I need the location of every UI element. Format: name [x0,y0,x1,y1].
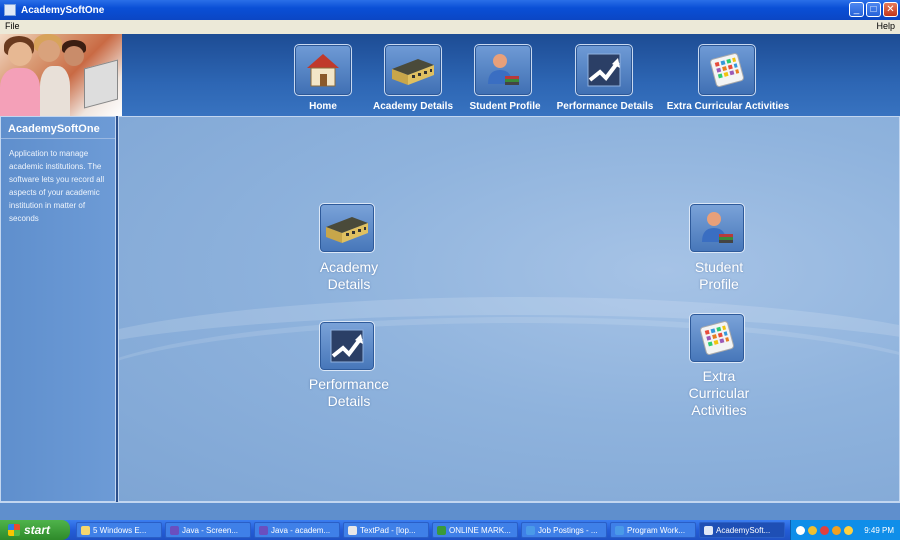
antivirus-icon[interactable] [820,525,829,535]
taskbar-item[interactable]: Java - Screen... [165,522,251,538]
eclipse-icon [259,525,268,535]
browser-icon [615,525,624,535]
extra-curricular-label: Extra Curricular Activities [688,368,750,418]
main-panel: Academy Details Student Profile Performa… [118,116,900,502]
security-shield-icon[interactable] [844,525,853,535]
menu-file[interactable]: File [5,21,20,31]
performance-details-label: Performance Details [308,376,390,409]
nav-academy-details-button[interactable] [384,44,442,96]
extra-curricular-button[interactable] [689,313,745,363]
nav-student-profile-label: Student Profile [469,101,541,112]
sidebar-description: Application to manage academic instituti… [9,149,105,223]
app-icon [704,525,713,535]
browser-icon [526,525,535,535]
house-icon [307,54,339,87]
nav-student-profile-button[interactable] [474,44,532,96]
taskbar-item[interactable]: Program Work... [610,522,696,538]
title-bar: AcademySoftOne _ □ ✕ [0,0,900,20]
academy-details-label: Academy Details [319,259,379,292]
nav-academy-details-label: Academy Details [372,101,454,112]
academy-details-button[interactable] [319,203,375,253]
start-button[interactable]: start [0,520,70,540]
calculator-icon [710,53,744,87]
eclipse-icon [170,525,179,535]
spreadsheet-icon [437,525,446,535]
sidebar-title: AcademySoftOne [1,117,115,139]
calculator-icon [700,321,734,355]
nav-performance-details-button[interactable] [575,44,633,96]
student-icon [488,54,519,85]
building-icon [392,59,434,85]
speaker-icon[interactable] [808,525,817,535]
minimize-button[interactable]: _ [849,2,864,17]
chart-icon [330,329,364,363]
building-icon [326,217,368,243]
taskbar: start 5 Windows E... Java - Screen... Ja… [0,520,900,540]
performance-details-button[interactable] [319,321,375,371]
start-label: start [24,523,51,537]
network-icon[interactable] [796,525,805,535]
students-photo [0,34,122,116]
student-profile-button[interactable] [689,203,745,253]
taskbar-item[interactable]: Job Postings - ... [521,522,607,538]
maximize-button[interactable]: □ [866,2,881,17]
status-strip [0,502,900,520]
windows-flag-icon [8,524,20,536]
clock: 9:49 PM [864,525,894,535]
menu-bar: File Help [0,20,900,34]
nav-performance-details-label: Performance Details [556,101,654,112]
nav-extra-curricular-label: Extra Curricular Activities [666,101,790,112]
taskbar-item[interactable]: TextPad - [lop... [343,522,429,538]
window-title: AcademySoftOne [21,4,105,16]
taskbar-item[interactable]: ONLINE MARK... [432,522,518,538]
student-profile-label: Student Profile [694,259,744,292]
nav-extra-curricular-button[interactable] [698,44,756,96]
close-button[interactable]: ✕ [883,2,898,17]
nav-home-label: Home [309,101,337,112]
student-icon [702,212,733,243]
update-icon[interactable] [832,525,841,535]
taskbar-item-active[interactable]: AcademySoft... [699,522,785,538]
sidebar: AcademySoftOne Application to manage aca… [0,116,116,502]
app-icon [4,4,16,16]
chart-icon [587,53,621,87]
nav-home-button[interactable] [294,44,352,96]
taskbar-item[interactable]: 5 Windows E... [76,522,162,538]
menu-help[interactable]: Help [876,21,895,31]
textpad-icon [348,525,357,535]
folder-icon [81,525,90,535]
taskbar-item[interactable]: Java - academ... [254,522,340,538]
system-tray: 9:49 PM [790,520,900,540]
header: Home Academy Details Student Profile Per… [0,34,900,116]
